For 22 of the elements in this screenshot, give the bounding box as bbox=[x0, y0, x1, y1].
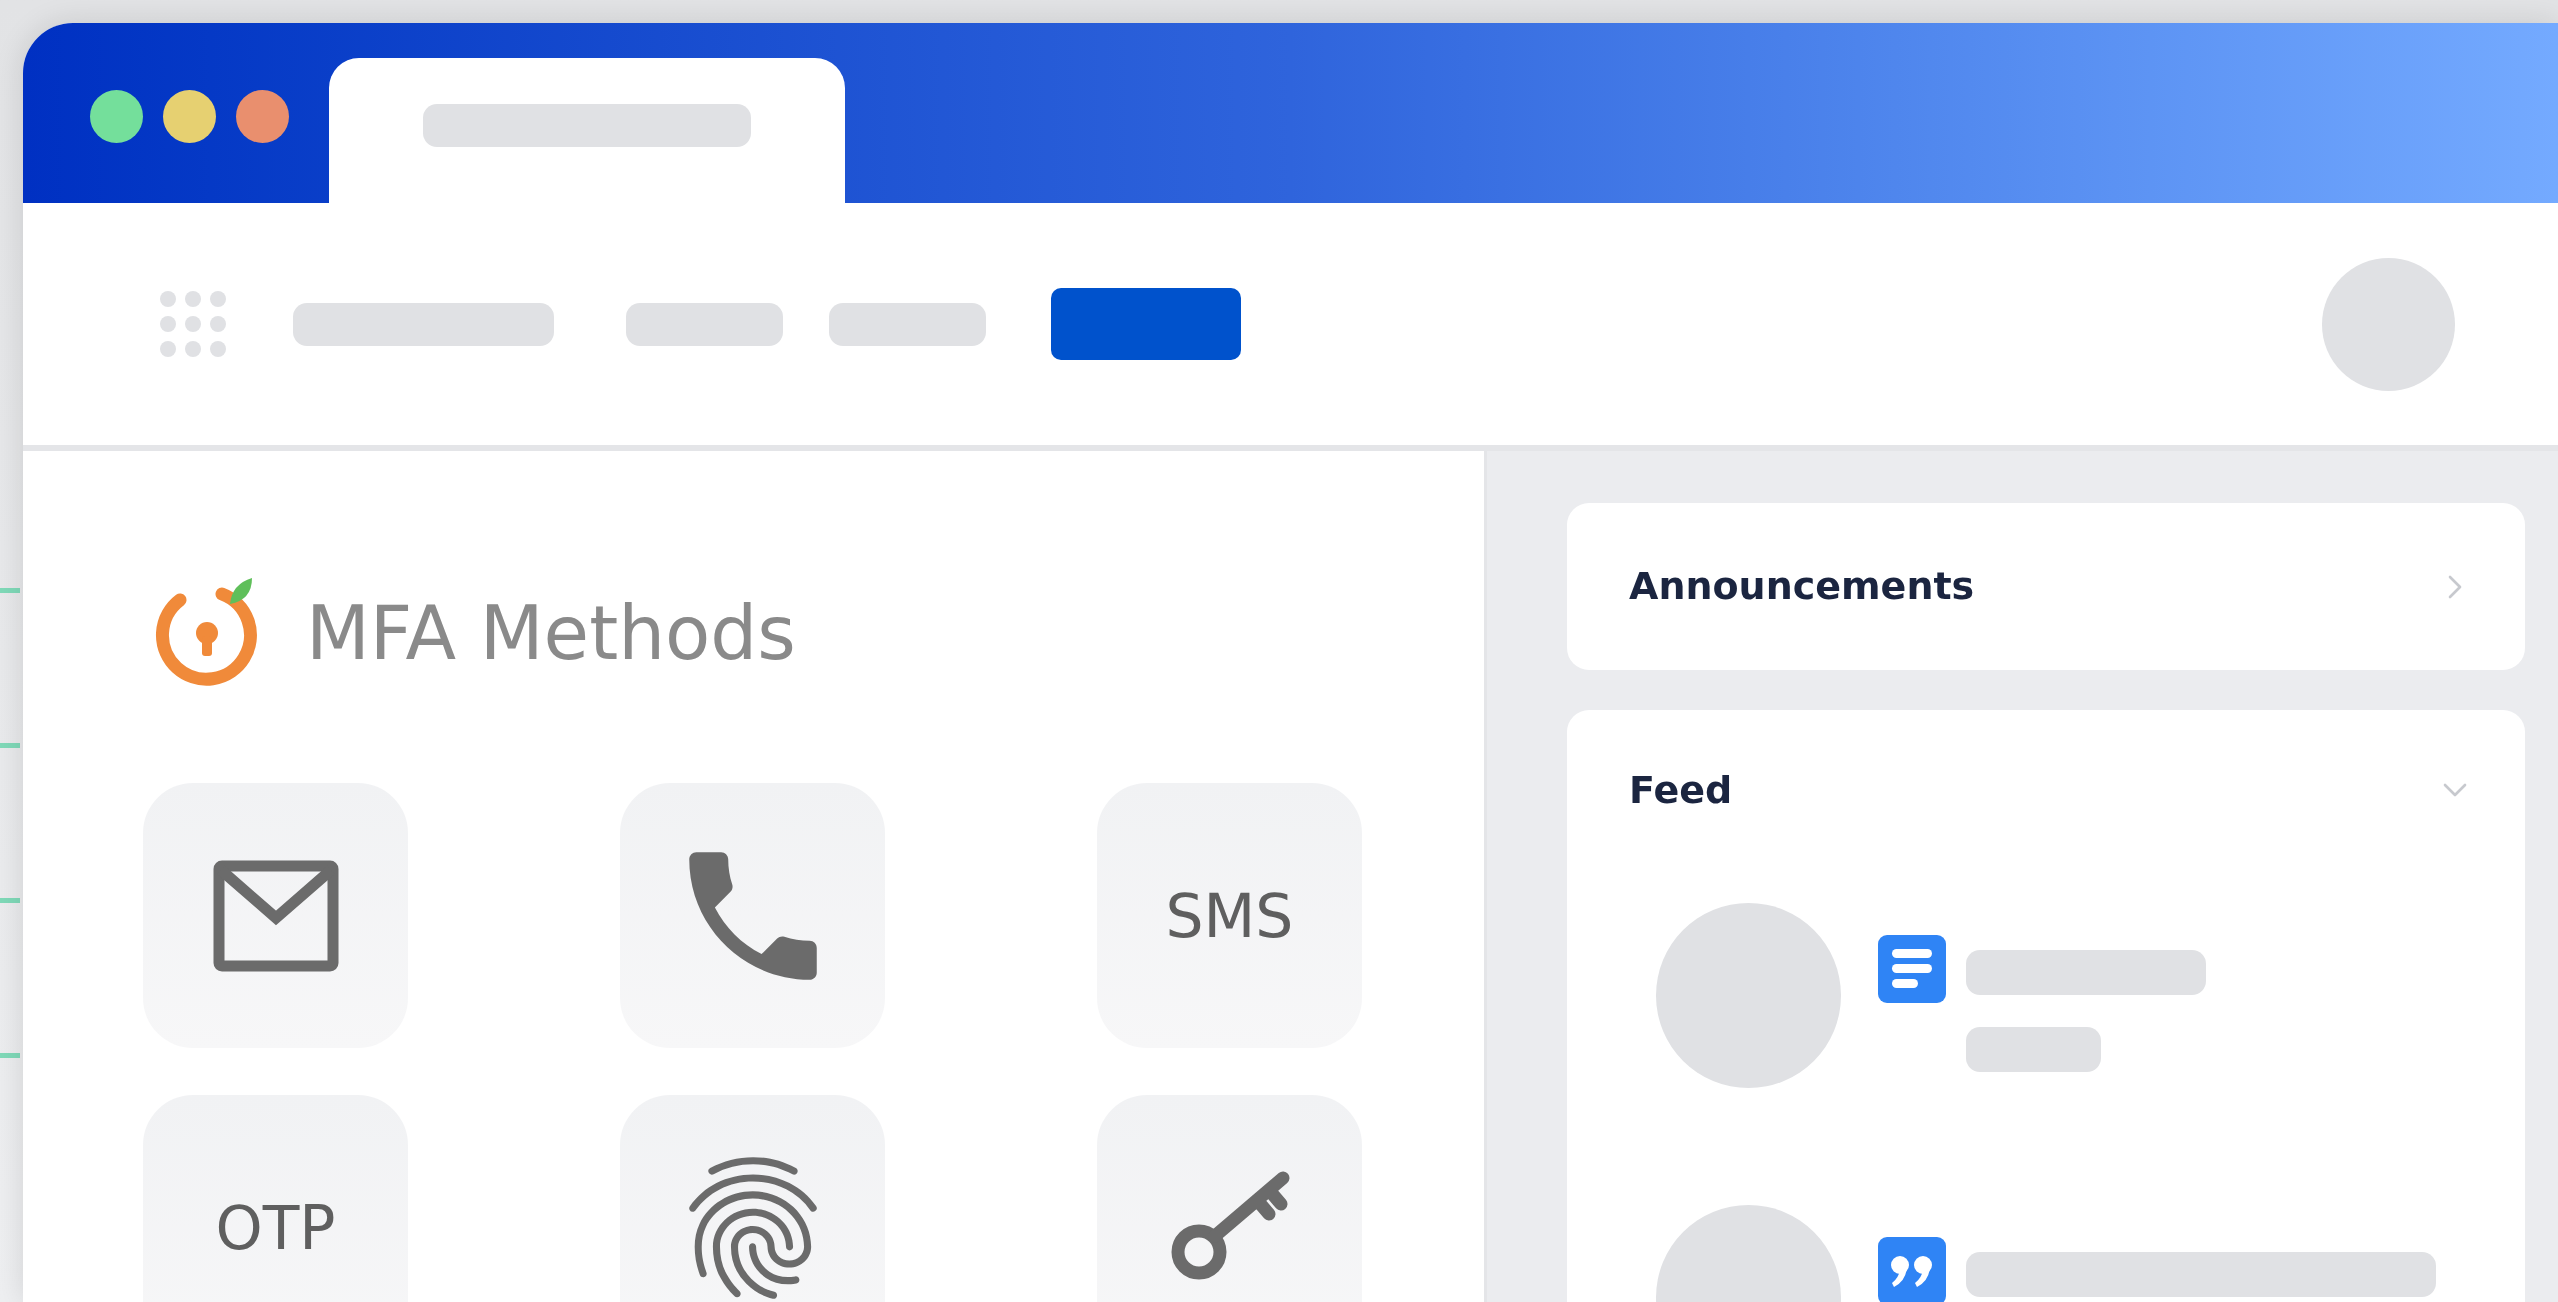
card-title: Announcements bbox=[1629, 563, 1976, 610]
guide-mark bbox=[0, 743, 20, 748]
guide-mark bbox=[0, 1053, 20, 1058]
document-icon bbox=[1878, 935, 1946, 1003]
method-tile[interactable]: SMS bbox=[1097, 783, 1362, 1048]
window-control[interactable] bbox=[90, 90, 143, 143]
guide-mark bbox=[0, 898, 20, 903]
panel-title: MFA Methods bbox=[306, 595, 796, 670]
method-tile[interactable] bbox=[143, 783, 408, 1048]
window-control[interactable] bbox=[236, 90, 289, 143]
method-tile[interactable] bbox=[620, 783, 885, 1048]
announcements-card[interactable]: Announcements bbox=[1567, 503, 2525, 670]
card-title: Feed bbox=[1629, 766, 1734, 814]
mail-icon bbox=[212, 859, 339, 972]
guide-mark bbox=[0, 588, 20, 593]
window-control[interactable] bbox=[163, 90, 216, 143]
method-tile[interactable] bbox=[1097, 1095, 1362, 1302]
grid-icon bbox=[160, 291, 226, 357]
method-label: OTP bbox=[215, 1197, 336, 1258]
method-tile[interactable] bbox=[620, 1095, 885, 1302]
method-tile[interactable]: OTP bbox=[143, 1095, 408, 1302]
method-label: SMS bbox=[1165, 885, 1294, 946]
